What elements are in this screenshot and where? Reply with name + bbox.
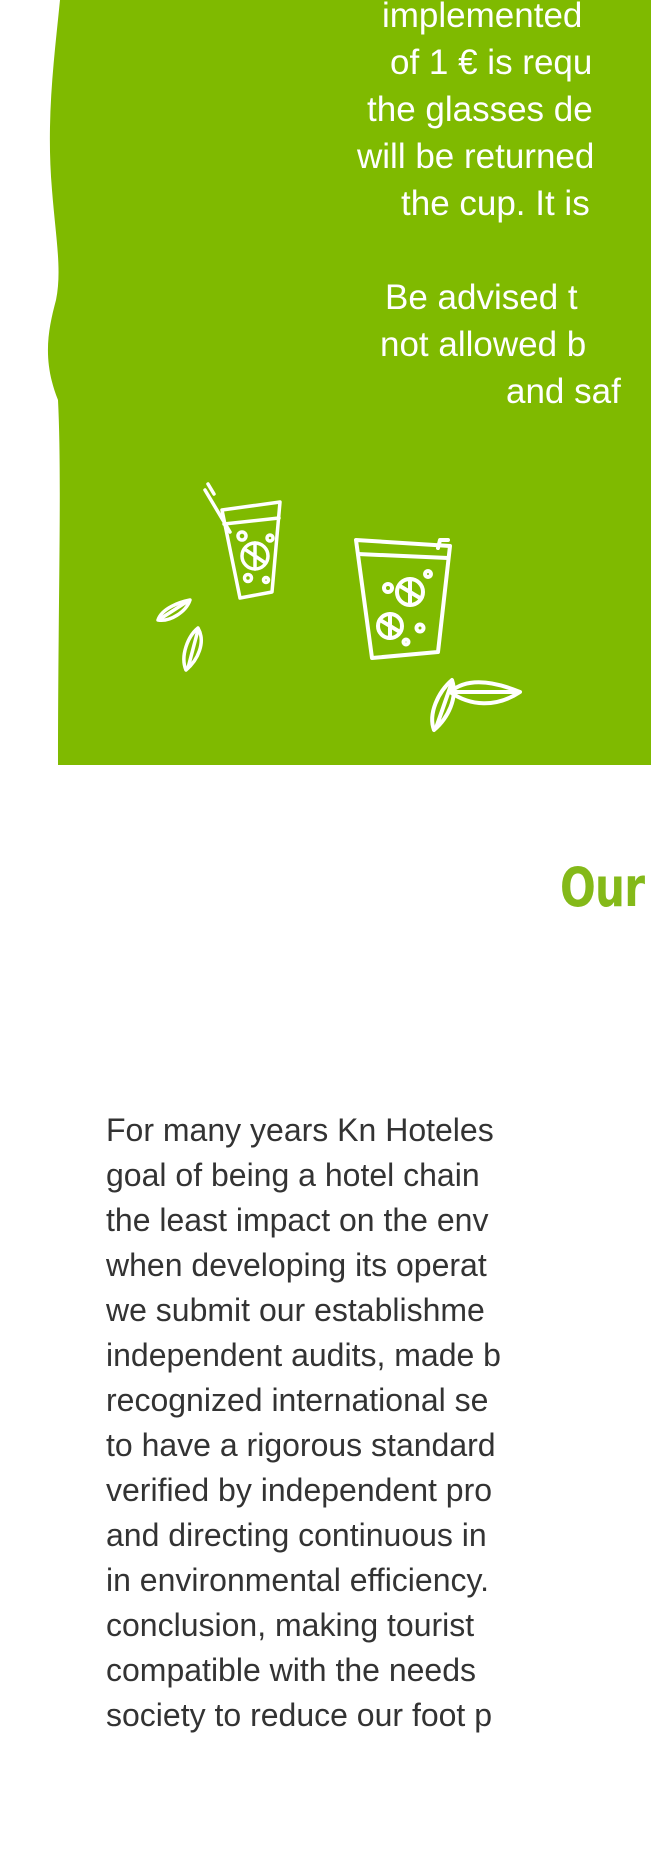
drink-glass-icon — [354, 538, 452, 660]
panel-text: implemented of 1 € is requ the glasses d… — [357, 0, 651, 415]
body-line: For many years Kn Hoteles — [106, 1112, 494, 1148]
panel-line: and saf — [506, 372, 621, 411]
panel-paragraph-1: implemented of 1 € is requ the glasses d… — [357, 0, 651, 227]
section-title: Our — [560, 856, 645, 919]
body-line: the least impact on the env — [106, 1202, 489, 1238]
body-line: conclusion, making tourist — [106, 1607, 475, 1643]
green-info-panel: implemented of 1 € is requ the glasses d… — [0, 0, 651, 765]
panel-line: will be returned — [357, 137, 595, 176]
body-line: when developing its operat — [106, 1247, 487, 1283]
panel-line: the glasses de — [367, 90, 593, 129]
body-line: to have a rigorous standard — [106, 1427, 496, 1463]
panel-line: not allowed b — [380, 325, 587, 364]
body-line: goal of being a hotel chain — [106, 1157, 480, 1193]
panel-line: the cup. It is — [401, 184, 590, 223]
body-line: independent audits, made b — [106, 1337, 501, 1373]
body-line: recognized international se — [106, 1382, 489, 1418]
body-line: in environmental efficiency. — [106, 1562, 490, 1598]
body-line: compatible with the needs — [106, 1652, 476, 1688]
body-line: and directing continuous in — [106, 1517, 487, 1553]
body-line: we submit our establishme — [106, 1292, 485, 1328]
panel-line: implemented — [382, 0, 583, 35]
leaf-icon — [430, 678, 522, 732]
drink-glass-straw-icon — [203, 482, 282, 600]
panel-line: Be advised t — [385, 278, 578, 317]
body-line: verified by independent pro — [106, 1472, 493, 1508]
leaf-icon — [156, 598, 203, 672]
panel-paragraph-2: Be advised t not allowed b and saf — [360, 274, 651, 415]
body-paragraph: For many years Kn Hoteles goal of being … — [106, 1108, 651, 1738]
panel-line: of 1 € is requ — [390, 43, 593, 82]
body-line: society to reduce our foot p — [106, 1697, 492, 1733]
